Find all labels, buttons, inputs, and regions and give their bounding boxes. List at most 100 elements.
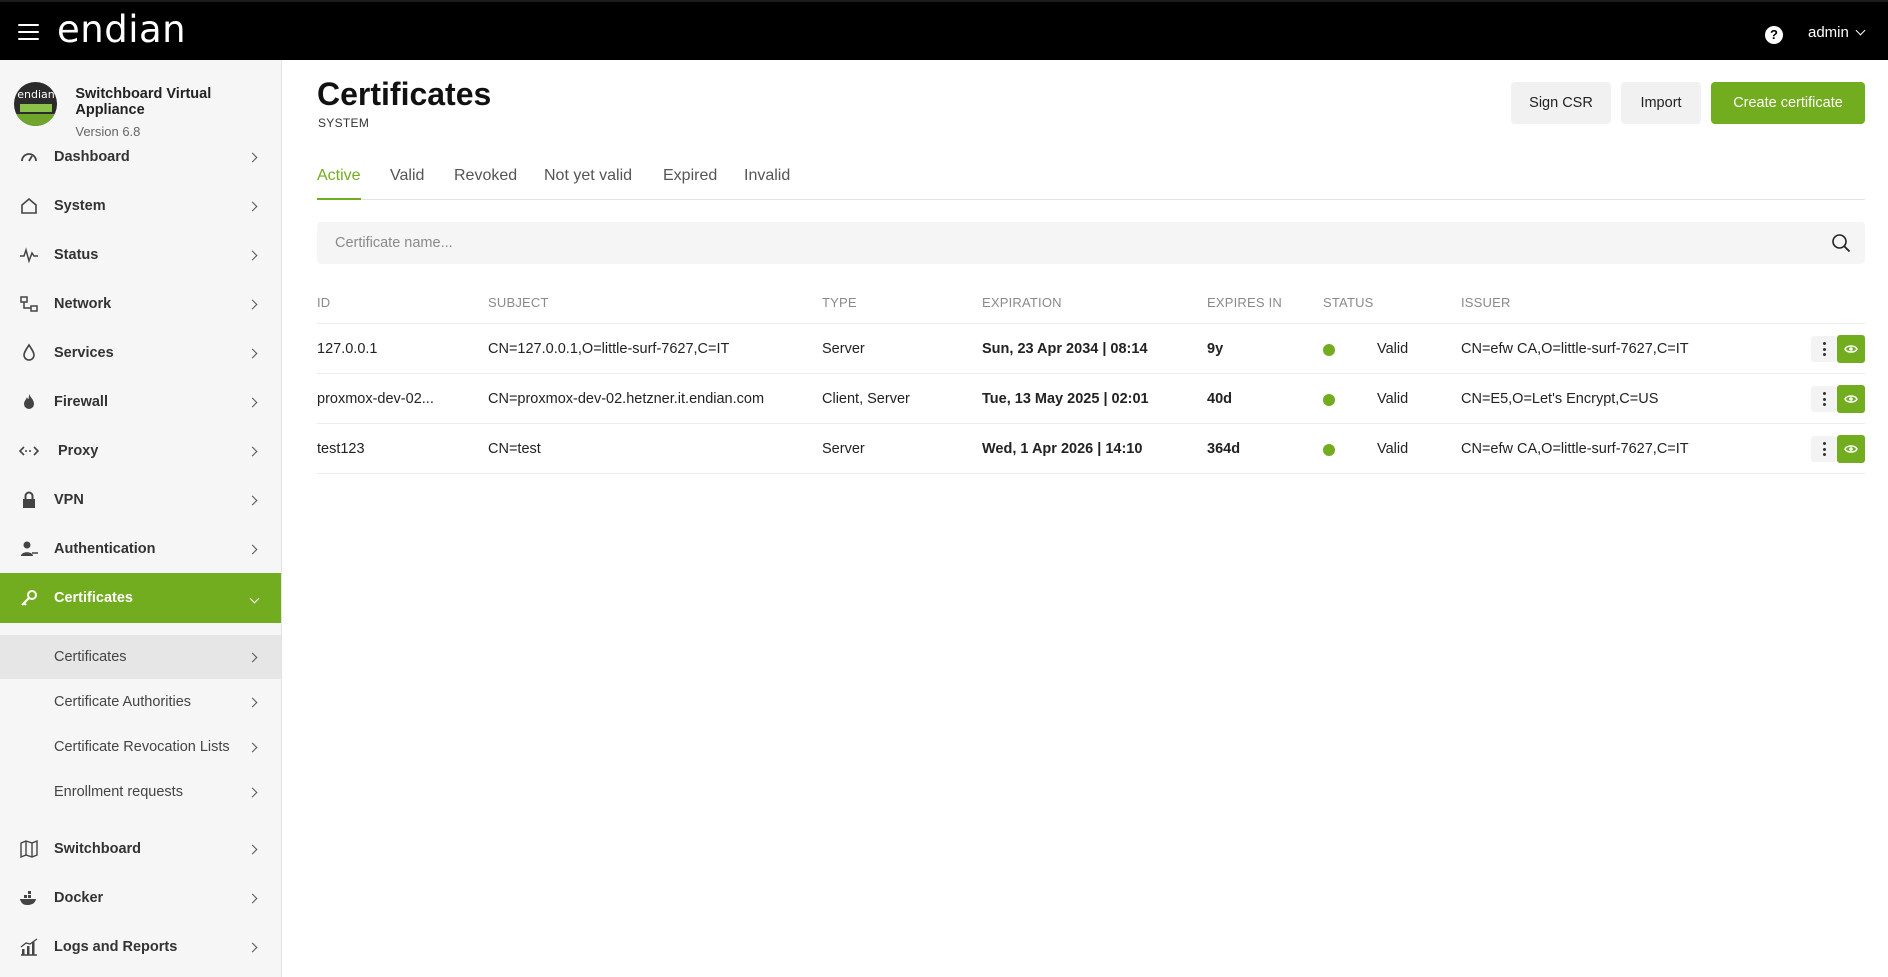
tab-valid[interactable]: Valid: [390, 167, 424, 200]
chart-icon: [18, 937, 40, 957]
sidebar-item-label: Docker: [54, 890, 104, 906]
cell-id: proxmox-dev-02...: [317, 391, 434, 407]
sidebar-item-label: Network: [54, 296, 112, 312]
cell-status: Valid: [1377, 391, 1409, 407]
column-header-type[interactable]: TYPE: [822, 295, 857, 310]
chevron-right-icon: [247, 250, 258, 260]
subitem-certificate-authorities[interactable]: Certificate Authorities: [0, 680, 281, 724]
row-menu-icon[interactable]: [1811, 386, 1837, 412]
sidebar-item-authentication[interactable]: Authentication: [0, 526, 281, 572]
view-eye-icon[interactable]: [1837, 435, 1865, 463]
status-tabs: Active Valid Revoked Not yet valid Expir…: [317, 164, 1865, 200]
subitem-certificate-revocation-lists[interactable]: Certificate Revocation Lists: [0, 725, 281, 769]
sidebar-item-services[interactable]: Services: [0, 330, 281, 376]
row-menu-icon[interactable]: [1811, 336, 1837, 362]
table-row[interactable]: proxmox-dev-02... CN=proxmox-dev-02.hetz…: [317, 374, 1865, 424]
column-header-status[interactable]: STATUS: [1323, 295, 1374, 310]
lock-icon: [18, 490, 40, 510]
cell-status: Valid: [1377, 441, 1409, 457]
appliance-name: Switchboard Virtual Appliance: [75, 86, 212, 118]
subitem-certificates[interactable]: Certificates: [0, 635, 281, 679]
page-title: Certificates: [317, 76, 492, 112]
chevron-right-icon: [247, 652, 258, 662]
cell-type: Client, Server: [822, 391, 910, 407]
sidebar-item-network[interactable]: Network: [0, 281, 281, 327]
chevron-right-icon: [247, 787, 258, 797]
chevron-right-icon: [247, 348, 258, 358]
map-icon: [18, 839, 40, 859]
sidebar-item-label: Status: [54, 247, 99, 263]
create-certificate-button[interactable]: Create certificate: [1711, 82, 1865, 124]
tab-expired[interactable]: Expired: [663, 167, 717, 200]
cell-expiration: Wed, 1 Apr 2026 | 14:10: [982, 441, 1143, 457]
sidebar-item-label: Logs and Reports: [54, 939, 178, 955]
status-valid-dot: [1323, 344, 1335, 356]
sidebar-item-dashboard[interactable]: Dashboard: [0, 134, 281, 180]
column-header-expires-in[interactable]: EXPIRES IN: [1207, 295, 1282, 310]
cell-expires-in: 364d: [1207, 441, 1241, 457]
flame-icon: [18, 392, 40, 412]
sidebar-item-switchboard[interactable]: Switchboard: [0, 826, 281, 872]
cell-type: Server: [822, 341, 865, 357]
sidebar-item-vpn[interactable]: VPN: [0, 477, 281, 523]
page-subtitle: SYSTEM: [318, 116, 370, 130]
sidebar-item-proxy[interactable]: Proxy: [0, 428, 281, 474]
tab-not-yet-valid[interactable]: Not yet valid: [544, 167, 632, 200]
sidebar-item-docker[interactable]: Docker: [0, 875, 281, 921]
table-row[interactable]: 127.0.0.1 CN=127.0.0.1,O=little-surf-762…: [317, 324, 1865, 374]
appliance-avatar: endian: [14, 82, 58, 126]
cell-issuer: CN=E5,O=Let's Encrypt,C=US: [1461, 391, 1659, 407]
tab-revoked[interactable]: Revoked: [454, 167, 517, 200]
sidebar-item-label: Proxy: [58, 443, 99, 459]
subitem-label: Certificate Authorities: [54, 694, 192, 710]
chevron-right-icon: [247, 299, 258, 309]
search-input[interactable]: [335, 222, 1805, 264]
hamburger-icon[interactable]: [18, 24, 39, 40]
sidebar-item-label: Authentication: [54, 541, 156, 557]
column-header-expiration[interactable]: EXPIRATION: [982, 295, 1062, 310]
sidebar-item-firewall[interactable]: Firewall: [0, 379, 281, 425]
sidebar-item-status[interactable]: Status: [0, 232, 281, 278]
arrows-icon: [18, 441, 40, 461]
cell-expires-in: 40d: [1207, 391, 1232, 407]
sidebar-item-label: Firewall: [54, 394, 108, 410]
table-row[interactable]: test123 CN=test Server Wed, 1 Apr 2026 |…: [317, 424, 1865, 474]
subitem-label: Enrollment requests: [54, 784, 183, 800]
import-button[interactable]: Import: [1621, 82, 1701, 124]
sign-csr-button[interactable]: Sign CSR: [1511, 82, 1611, 124]
help-icon[interactable]: ?: [1765, 26, 1783, 44]
chevron-down-icon: [1855, 25, 1866, 36]
cell-expiration: Tue, 13 May 2025 | 02:01: [982, 391, 1149, 407]
sidebar-item-system[interactable]: System: [0, 183, 281, 229]
cell-expires-in: 9y: [1207, 341, 1224, 357]
subitem-enrollment-requests[interactable]: Enrollment requests: [0, 770, 281, 814]
docker-icon: [18, 888, 40, 908]
column-header-issuer[interactable]: ISSUER: [1461, 295, 1511, 310]
tab-invalid[interactable]: Invalid: [744, 167, 790, 200]
row-menu-icon[interactable]: [1811, 436, 1837, 462]
chevron-right-icon: [247, 495, 258, 505]
cell-id: test123: [317, 441, 365, 457]
view-eye-icon[interactable]: [1837, 385, 1865, 413]
status-valid-dot: [1323, 394, 1335, 406]
tab-active[interactable]: Active: [317, 167, 361, 200]
view-eye-icon[interactable]: [1837, 335, 1865, 363]
subitem-label: Certificate Revocation Lists: [54, 739, 230, 755]
search-icon[interactable]: [1831, 233, 1851, 253]
network-icon: [18, 294, 40, 314]
column-header-id[interactable]: ID: [317, 295, 330, 310]
user-menu[interactable]: admin: [1808, 24, 1866, 41]
sidebar: endian Switchboard Virtual Appliance Ver…: [0, 60, 282, 977]
sidebar-item-logs-and-reports[interactable]: Logs and Reports: [0, 924, 281, 970]
sidebar-item-label: VPN: [54, 492, 84, 508]
sidebar-item-label: Switchboard: [54, 841, 142, 857]
cell-subject: CN=proxmox-dev-02.hetzner.it.endian.com: [488, 391, 765, 407]
certificate-search: [317, 222, 1865, 264]
endian-logo[interactable]: endian: [57, 8, 186, 51]
sidebar-item-certificates[interactable]: Certificates: [0, 573, 281, 623]
avatar-logo-text: endian: [17, 88, 55, 101]
chevron-right-icon: [247, 844, 258, 854]
chevron-right-icon: [247, 397, 258, 407]
column-header-subject[interactable]: SUBJECT: [488, 295, 549, 310]
chevron-right-icon: [247, 893, 258, 903]
